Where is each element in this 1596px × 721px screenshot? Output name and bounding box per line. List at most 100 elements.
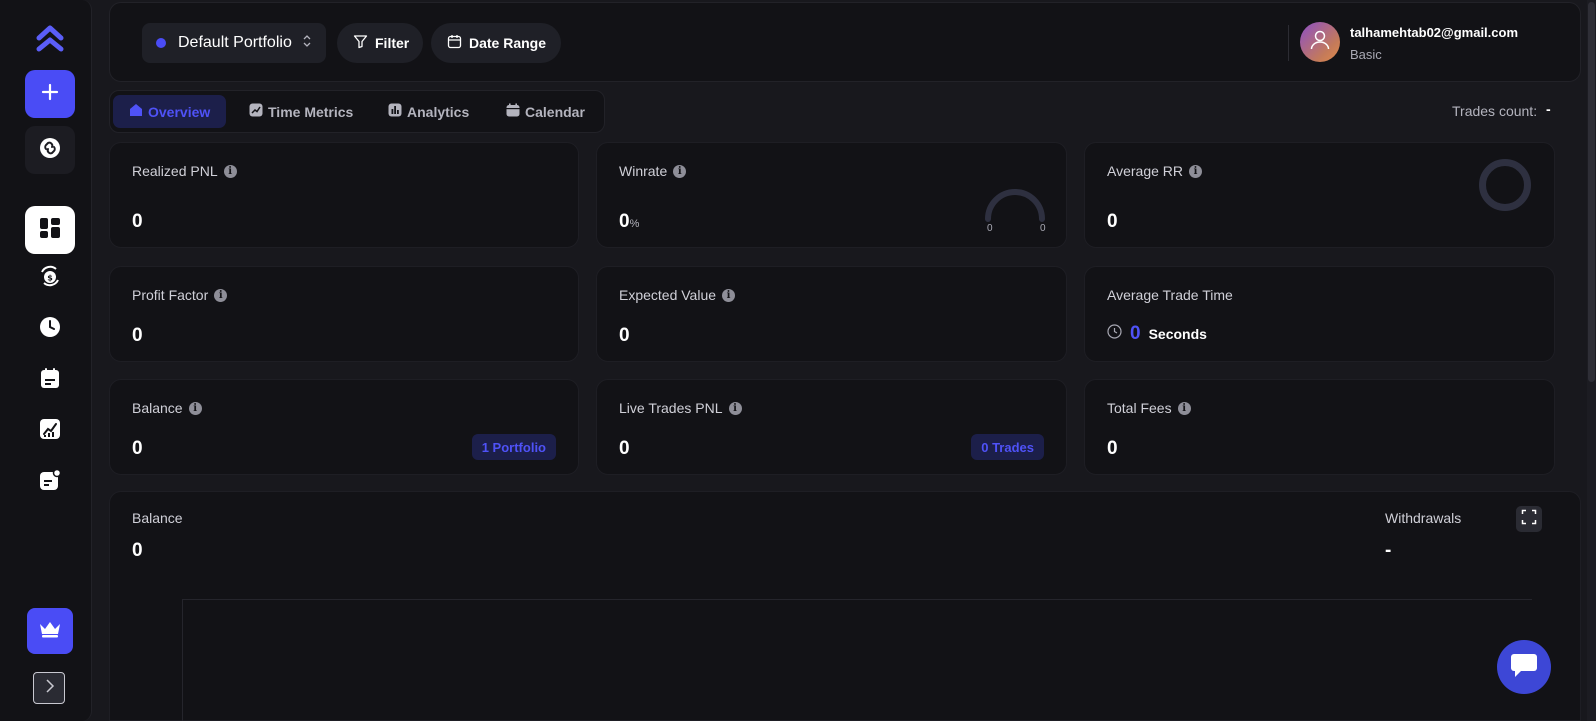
average-trade-time-label: Average Trade Time [1107,287,1233,303]
average-trade-time-unit: Seconds [1148,326,1207,342]
sidebar-item-trades[interactable]: $ [25,254,75,302]
filter-label: Filter [375,35,410,51]
tab-analytics-label: Analytics [407,103,470,120]
info-icon[interactable]: i [223,164,237,178]
profit-factor-value: 0 [132,325,143,346]
chat-icon [1510,652,1538,683]
portfolio-color-dot [156,38,166,48]
header-divider [1288,25,1289,61]
user-icon [1309,29,1331,56]
sidebar-item-time[interactable] [25,305,75,353]
average-rr-value: 0 [1107,211,1118,232]
withdrawals-label: Withdrawals [1385,510,1462,526]
calendar-icon [506,103,525,120]
info-icon[interactable]: i [214,288,228,302]
winrate-value: 0 [619,211,630,232]
info-icon[interactable]: i [1189,164,1203,178]
connect-button[interactable] [25,126,75,174]
add-trade-button[interactable] [25,70,75,118]
link-icon [38,136,62,165]
app-logo-icon[interactable] [25,14,75,62]
chart-growth-icon [39,418,61,445]
tab-calendar[interactable]: Calendar [490,95,601,128]
sidebar-item-notes[interactable] [25,458,75,506]
sidebar-item-dashboard[interactable] [25,206,75,254]
trades-count-value: - [1546,101,1551,117]
user-email: talhamehtab02@gmail.com [1350,25,1519,40]
tab-time-metrics[interactable]: Time Metrics [233,95,369,128]
average-trade-time-card: Average Trade Time 0 Seconds [1084,266,1555,362]
tab-bar: Overview Time Metrics Analytics Calendar [109,90,605,133]
average-rr-card: Average RR i 0 [1084,142,1555,248]
filter-icon [353,34,375,52]
sidebar-item-calendar[interactable] [25,356,75,404]
balance-chart-label: Balance [132,510,183,526]
expected-value-label: Expected Value [619,287,717,303]
profit-factor-card: Profit Factor i 0 [109,266,579,362]
filter-button[interactable]: Filter [337,23,423,63]
calendar-icon [447,34,469,52]
info-icon[interactable]: i [188,401,202,415]
fullscreen-icon [1521,509,1537,530]
plus-icon [41,83,59,106]
portfolio-select[interactable]: Default Portfolio [142,23,326,63]
total-fees-value: 0 [1107,438,1118,459]
home-icon [129,103,148,120]
tab-calendar-label: Calendar [525,103,585,120]
notes-icon [39,468,62,496]
info-icon[interactable]: i [673,164,687,178]
tab-overview-label: Overview [148,103,211,120]
info-icon[interactable]: i [722,288,736,302]
realized-pnl-label: Realized PNL [132,163,218,179]
winrate-unit: % [629,218,640,230]
svg-text:$: $ [47,273,53,282]
chevron-right-icon [42,678,56,699]
tab-time-metrics-label: Time Metrics [268,103,354,120]
user-plan: Basic [1350,47,1382,62]
profit-factor-label: Profit Factor [132,287,209,303]
upgrade-button[interactable] [27,608,73,654]
bar-chart-icon [388,103,407,120]
portfolio-name: Default Portfolio [178,34,292,51]
live-trades-pnl-label: Live Trades PNL [619,400,723,416]
chat-support-button[interactable] [1497,640,1551,694]
average-trade-time-value: 0 [1130,323,1141,344]
fullscreen-button[interactable] [1516,506,1542,532]
live-trades-pnl-card: Live Trades PNL i 0 0 Trades [596,379,1067,475]
winrate-label: Winrate [619,163,668,179]
trades-count-label: Trades count: [1452,103,1538,119]
info-icon[interactable]: i [728,401,742,415]
portfolio-count-badge[interactable]: 1 Portfolio [471,434,556,460]
date-range-label: Date Range [469,35,547,51]
gauge-max-label: 0 [1040,223,1046,234]
winrate-value-row: 0% [619,211,639,233]
sidebar-item-analytics[interactable] [25,407,75,455]
average-rr-label: Average RR [1107,163,1184,179]
tab-analytics[interactable]: Analytics [372,95,485,128]
live-trades-badge[interactable]: 0 Trades [971,434,1044,460]
info-icon[interactable]: i [1177,401,1191,415]
expand-sidebar-button[interactable] [33,672,65,704]
tab-overview[interactable]: Overview [113,95,227,128]
total-fees-card: Total Fees i 0 [1084,379,1555,475]
scrollbar-thumb[interactable] [1588,2,1595,382]
dashboard-icon [39,217,61,244]
calendar-note-icon [39,367,61,394]
winrate-gauge [985,189,1045,222]
trades-cycle-icon: $ [37,263,63,294]
total-fees-label: Total Fees [1107,400,1172,416]
trend-icon [249,103,268,120]
realized-pnl-value: 0 [132,211,143,232]
gauge-min-label: 0 [987,223,993,234]
balance-label: Balance [132,400,183,416]
chevron-updown-icon [302,33,319,54]
balance-chart-card: Balance 0 Withdrawals - [109,491,1581,721]
winrate-card: Winrate i 0% 0 0 [596,142,1067,248]
avatar[interactable] [1300,22,1340,62]
balance-chart-value: 0 [132,540,143,561]
balance-value: 0 [132,438,143,459]
withdrawals-value: - [1385,540,1392,561]
date-range-button[interactable]: Date Range [431,23,561,63]
expected-value-card: Expected Value i 0 [596,266,1067,362]
clock-icon [39,316,61,343]
